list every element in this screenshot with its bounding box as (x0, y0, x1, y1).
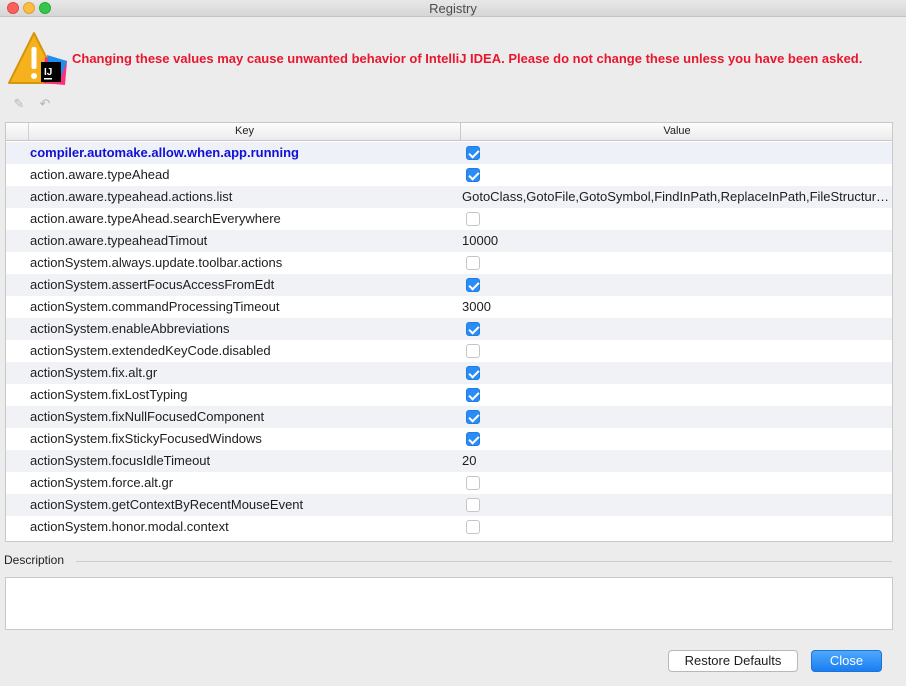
table-header: Key Value (6, 123, 892, 141)
close-button[interactable]: Close (811, 650, 882, 672)
description-area (5, 577, 893, 630)
table-row[interactable]: actionSystem.commandProcessingTimeout 300… (6, 296, 892, 318)
value-checkbox[interactable] (466, 256, 480, 270)
registry-key: actionSystem.focusIdleTimeout (30, 453, 211, 468)
registry-key: action.aware.typeAhead.searchEverywhere (30, 211, 281, 226)
column-header-key[interactable]: Key (29, 123, 461, 140)
table-row[interactable]: actionSystem.getContextByRecentMouseEven… (6, 494, 892, 516)
table-row[interactable]: actionSystem.enableAbbreviations (6, 318, 892, 340)
registry-key: actionSystem.fixLostTyping (30, 387, 188, 402)
warning-message: Changing these values may cause unwanted… (72, 51, 863, 66)
registry-key: actionSystem.always.update.toolbar.actio… (30, 255, 283, 270)
registry-key: actionSystem.force.alt.gr (30, 475, 174, 490)
undo-icon[interactable]: ↶ (37, 96, 53, 112)
column-header-value[interactable]: Value (462, 123, 892, 140)
registry-key: action.aware.typeahead.actions.list (30, 189, 233, 204)
table-body: compiler.automake.allow.when.app.running… (6, 142, 892, 538)
table-row[interactable]: actionSystem.fix.alt.gr (6, 362, 892, 384)
table-row[interactable]: action.aware.typeAhead (6, 164, 892, 186)
registry-key: actionSystem.fixStickyFocusedWindows (30, 431, 262, 446)
registry-key: compiler.automake.allow.when.app.running (30, 145, 299, 160)
value-checkbox[interactable] (466, 168, 480, 182)
value-checkbox[interactable] (466, 432, 480, 446)
registry-value[interactable]: 3000 (462, 296, 890, 318)
value-checkbox[interactable] (466, 344, 480, 358)
registry-key: actionSystem.fix.alt.gr (30, 365, 158, 380)
registry-value[interactable]: GotoClass,GotoFile,GotoSymbol,FindInPath… (462, 186, 890, 208)
registry-value[interactable]: 20 (462, 450, 890, 472)
value-checkbox[interactable] (466, 498, 480, 512)
value-checkbox[interactable] (466, 212, 480, 226)
table-row[interactable]: actionSystem.fixStickyFocusedWindows (6, 428, 892, 450)
value-checkbox[interactable] (466, 322, 480, 336)
description-label: Description (4, 553, 65, 567)
table-row[interactable]: actionSystem.fixNullFocusedComponent (6, 406, 892, 428)
table-row[interactable]: actionSystem.always.update.toolbar.actio… (6, 252, 892, 274)
registry-key: action.aware.typeAhead (30, 167, 170, 182)
value-checkbox[interactable] (466, 520, 480, 534)
table-row[interactable]: compiler.automake.allow.when.app.running (6, 142, 892, 164)
table-row[interactable]: actionSystem.focusIdleTimeout 20 (6, 450, 892, 472)
window-title: Registry (429, 1, 477, 16)
restore-defaults-button[interactable]: Restore Defaults (668, 650, 798, 672)
registry-key: actionSystem.commandProcessingTimeout (30, 299, 280, 314)
registry-key: actionSystem.fixNullFocusedComponent (30, 409, 265, 424)
value-checkbox[interactable] (466, 410, 480, 424)
registry-key: action.aware.typeaheadTimout (30, 233, 208, 248)
registry-table: Key Value compiler.automake.allow.when.a… (5, 122, 893, 542)
svg-text:IJ: IJ (44, 67, 52, 78)
value-checkbox[interactable] (466, 476, 480, 490)
table-row[interactable]: action.aware.typeaheadTimout 10000 (6, 230, 892, 252)
sort-column-header[interactable] (6, 123, 29, 140)
title-bar: Registry (0, 0, 906, 17)
registry-key: actionSystem.getContextByRecentMouseEven… (30, 497, 304, 512)
pencil-icon[interactable]: ✎ (11, 96, 27, 112)
value-checkbox[interactable] (466, 366, 480, 380)
table-row[interactable]: actionSystem.honor.modal.context (6, 516, 892, 538)
table-row[interactable]: actionSystem.assertFocusAccessFromEdt (6, 274, 892, 296)
value-checkbox[interactable] (466, 388, 480, 402)
registry-value[interactable]: 10000 (462, 230, 890, 252)
table-row[interactable]: actionSystem.extendedKeyCode.disabled (6, 340, 892, 362)
description-divider (76, 561, 892, 562)
value-checkbox[interactable] (466, 146, 480, 160)
registry-key: actionSystem.extendedKeyCode.disabled (30, 343, 271, 358)
table-row[interactable]: actionSystem.fixLostTyping (6, 384, 892, 406)
registry-key: actionSystem.honor.modal.context (30, 519, 229, 534)
table-row[interactable]: action.aware.typeahead.actions.list GotoC… (6, 186, 892, 208)
registry-key: actionSystem.assertFocusAccessFromEdt (30, 277, 275, 292)
table-row[interactable]: actionSystem.force.alt.gr (6, 472, 892, 494)
table-row[interactable]: action.aware.typeAhead.searchEverywhere (6, 208, 892, 230)
warning-icon: IJ (8, 32, 67, 85)
registry-key: actionSystem.enableAbbreviations (30, 321, 230, 336)
value-checkbox[interactable] (466, 278, 480, 292)
